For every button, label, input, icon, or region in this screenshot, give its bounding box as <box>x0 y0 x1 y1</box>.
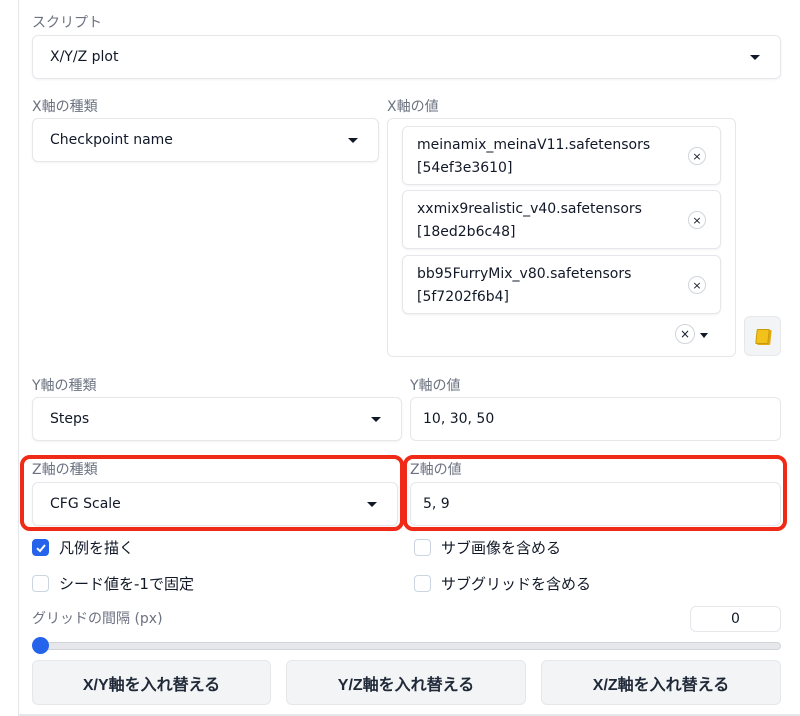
include-sub-grids-label: サブグリッドを含める <box>441 575 592 593</box>
token-filename: meinamix_meinaV11.safetensors <box>417 137 651 153</box>
script-dropdown[interactable]: X/Y/Z plot <box>32 35 781 79</box>
swap-yz-button[interactable]: Y/Z軸を入れ替える <box>286 660 526 705</box>
y-values-label: Y軸の値 <box>410 378 461 394</box>
grid-margin-slider-track[interactable] <box>40 642 781 650</box>
y-values-text: 10, 30, 50 <box>423 411 495 427</box>
token-hash: [18ed2b6c48] <box>417 224 516 240</box>
z-values-input[interactable]: 5, 9 <box>410 482 781 526</box>
remove-token-icon[interactable]: × <box>688 276 706 294</box>
x-values-label: X軸の値 <box>387 99 439 115</box>
keep-seed-checkbox[interactable]: シード値を-1で固定 <box>32 573 194 594</box>
x-type-selected: Checkpoint name <box>50 132 173 148</box>
script-selected: X/Y/Z plot <box>50 49 119 65</box>
checkbox-icon <box>414 575 431 592</box>
remove-token-icon[interactable]: × <box>688 147 706 165</box>
x-type-dropdown[interactable]: Checkpoint name <box>32 118 379 162</box>
fill-values-button[interactable] <box>744 316 781 356</box>
script-label: スクリプト <box>32 15 102 31</box>
checkbox-icon <box>414 539 431 556</box>
swap-xy-button[interactable]: X/Y軸を入れ替える <box>32 660 271 705</box>
token-filename: bb95FurryMix_v80.safetensors <box>417 266 632 282</box>
grid-margin-number-input[interactable]: 0 <box>690 606 781 632</box>
include-sub-images-checkbox[interactable]: サブ画像を含める <box>414 537 561 558</box>
z-type-selected: CFG Scale <box>50 496 121 512</box>
y-type-selected: Steps <box>50 411 90 427</box>
grid-margin-slider-thumb[interactable] <box>32 637 49 654</box>
remove-token-icon[interactable]: × <box>688 211 706 229</box>
z-type-dropdown[interactable]: CFG Scale <box>32 482 398 526</box>
y-values-input[interactable]: 10, 30, 50 <box>410 397 781 441</box>
draw-legend-label: 凡例を描く <box>59 539 135 557</box>
y-type-label: Y軸の種類 <box>32 378 97 394</box>
token-hash: [54ef3e3610] <box>417 160 513 176</box>
chevron-down-icon[interactable] <box>700 333 708 338</box>
checkbox-checked-icon <box>32 539 49 556</box>
x-value-token: xxmix9realistic_v40.safetensors [18ed2b6… <box>402 190 721 249</box>
chevron-down-icon <box>371 417 381 422</box>
include-sub-images-label: サブ画像を含める <box>441 539 562 557</box>
grid-margin-label: グリッドの間隔 (px) <box>32 611 163 627</box>
token-filename: xxmix9realistic_v40.safetensors <box>417 201 642 217</box>
grid-margin-value: 0 <box>731 611 740 627</box>
token-hash: [5f7202f6b4] <box>417 289 510 305</box>
x-value-token: bb95FurryMix_v80.safetensors [5f7202f6b4… <box>402 255 721 314</box>
folder-icon <box>755 328 770 344</box>
chevron-down-icon <box>348 138 358 143</box>
swap-xz-button[interactable]: X/Z軸を入れ替える <box>541 660 781 705</box>
x-values-multiselect[interactable]: meinamix_meinaV11.safetensors [54ef3e361… <box>387 118 736 357</box>
z-values-text: 5, 9 <box>423 496 450 512</box>
clear-all-icon[interactable]: × <box>675 324 695 344</box>
include-sub-grids-checkbox[interactable]: サブグリッドを含める <box>414 573 591 594</box>
chevron-down-icon <box>367 502 377 507</box>
draw-legend-checkbox[interactable]: 凡例を描く <box>32 537 134 558</box>
y-type-dropdown[interactable]: Steps <box>32 397 402 441</box>
z-values-label: Z軸の値 <box>410 462 462 478</box>
checkbox-icon <box>32 575 49 592</box>
z-type-label: Z軸の種類 <box>32 462 98 478</box>
x-value-token: meinamix_meinaV11.safetensors [54ef3e361… <box>402 126 721 185</box>
x-type-label: X軸の種類 <box>32 99 98 115</box>
keep-seed-label: シード値を-1で固定 <box>59 575 194 593</box>
chevron-down-icon <box>750 55 760 60</box>
